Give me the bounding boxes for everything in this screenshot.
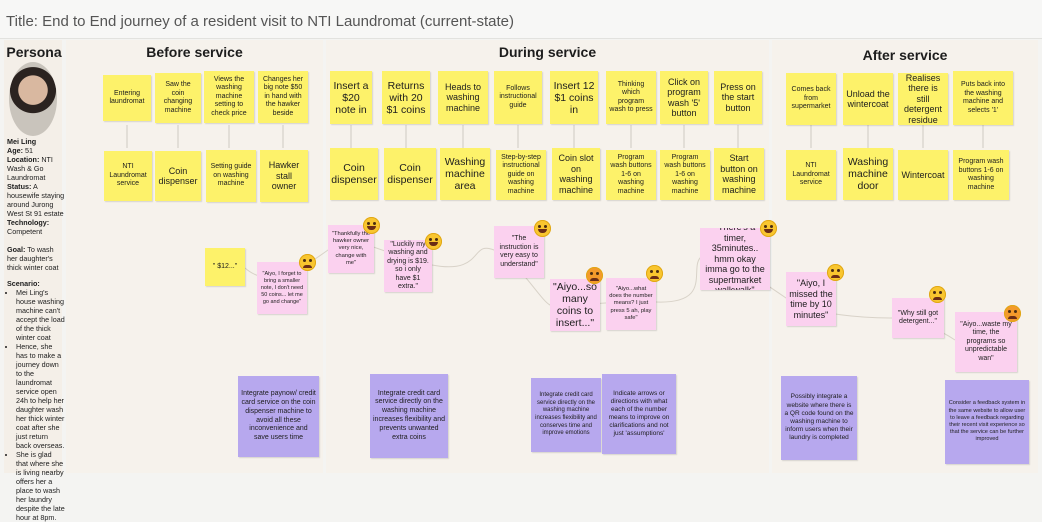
quote-sticky[interactable]: "There's a timer, 35minutes.. hmm okay i…: [700, 228, 770, 290]
action-sticky[interactable]: Heads to washing machine: [438, 71, 488, 124]
angry-face-icon: [1004, 305, 1021, 322]
quote-sticky[interactable]: "Luckily my washing and drying is $19. s…: [384, 240, 432, 292]
action-sticky[interactable]: Returns with 20 $1 coins: [382, 71, 430, 124]
action-sticky[interactable]: Comes back from supermarket: [786, 73, 836, 125]
sad-face-icon: [929, 286, 946, 303]
happy-face-icon: [760, 220, 777, 237]
touchpoint-sticky[interactable]: Start button on washing machine: [714, 148, 764, 200]
sad-face-icon: [646, 265, 663, 282]
action-sticky[interactable]: Insert 12 $1 coins in: [550, 71, 598, 124]
opportunity-sticky[interactable]: Integrate paynow/ credit card service on…: [238, 376, 319, 457]
quote-sticky[interactable]: "Aiyo, I missed the time by 10 minutes": [786, 272, 836, 326]
sad-face-icon: [299, 254, 316, 271]
touchpoint-sticky[interactable]: Coin dispenser: [330, 148, 378, 200]
touchpoint-sticky[interactable]: Coin dispenser: [155, 151, 201, 201]
opportunity-sticky[interactable]: Consider a feedback system in the same w…: [945, 380, 1029, 464]
action-sticky[interactable]: Thinking which program wash to press: [606, 71, 656, 124]
touchpoint-sticky[interactable]: Setting guide on washing machine: [206, 150, 256, 202]
touchpoint-sticky[interactable]: Coin dispenser: [384, 148, 436, 200]
happy-face-icon: [534, 220, 551, 237]
touchpoint-sticky[interactable]: Program wash buttons 1-6 on washing mach…: [660, 150, 710, 200]
happy-face-icon: [363, 217, 380, 234]
sad-face-icon: [827, 264, 844, 281]
action-sticky[interactable]: Follows instructional guide: [494, 71, 542, 124]
quote-sticky[interactable]: "Why still got detergent...": [892, 298, 944, 338]
quote-sticky[interactable]: "Aiyo, I forget to bring a smaller note,…: [257, 262, 307, 314]
opportunity-sticky[interactable]: Indicate arrows or directions with what …: [602, 374, 676, 454]
action-sticky[interactable]: Saw the coin changing machine: [155, 73, 201, 123]
touchpoint-sticky[interactable]: Step-by-step instructional guide on wash…: [496, 150, 546, 200]
opportunity-sticky[interactable]: Integrate credit card service directly o…: [531, 378, 601, 452]
touchpoint-sticky[interactable]: NTI Laundromat service: [786, 150, 836, 200]
action-sticky[interactable]: Insert a $20 note in: [330, 71, 372, 124]
touchpoint-sticky[interactable]: Washing machine door: [843, 148, 893, 200]
action-sticky[interactable]: Entering laundromat: [103, 75, 151, 121]
action-sticky[interactable]: Realises there is still detergent residu…: [898, 73, 948, 125]
quote-sticky[interactable]: " $12...": [205, 248, 245, 286]
action-sticky[interactable]: Press on the start button: [714, 71, 762, 124]
opportunity-sticky[interactable]: Possibly integrate a website where there…: [781, 376, 857, 460]
happy-face-icon: [425, 233, 442, 250]
action-sticky[interactable]: Changes her big note $50 in hand with th…: [258, 71, 308, 123]
action-sticky[interactable]: Views the washing machine setting to che…: [204, 71, 254, 123]
touchpoint-sticky[interactable]: Hawker stall owner: [260, 150, 308, 202]
opportunity-sticky[interactable]: Integrate credit card service directly o…: [370, 374, 448, 458]
touchpoint-sticky[interactable]: NTI Laundromat service: [104, 151, 152, 201]
quote-sticky[interactable]: "Aiyo...so many coins to insert...": [550, 279, 600, 331]
touchpoint-sticky[interactable]: Wintercoat: [898, 150, 948, 200]
action-sticky[interactable]: Puts back into the washing machine and s…: [953, 71, 1013, 125]
touchpoint-sticky[interactable]: Coin slot on washing machine: [552, 148, 600, 200]
touchpoint-sticky[interactable]: Washing machine area: [440, 148, 490, 200]
touchpoint-sticky[interactable]: Program wash buttons 1-6 on washing mach…: [953, 150, 1009, 200]
touchpoint-sticky[interactable]: Program wash buttons 1-6 on washing mach…: [606, 150, 656, 200]
angry-face-icon: [586, 267, 603, 284]
action-sticky[interactable]: Unload the wintercoat: [843, 73, 893, 125]
action-sticky[interactable]: Click on program wash '5' button: [660, 71, 708, 124]
quote-sticky[interactable]: "Aiyo...what does the number means? I ju…: [606, 278, 656, 330]
